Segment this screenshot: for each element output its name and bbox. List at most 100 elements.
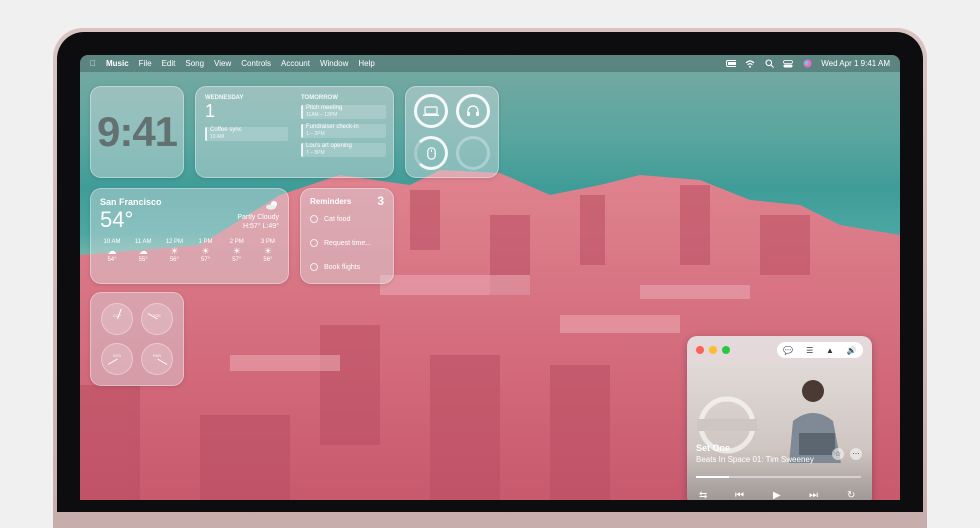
now-playing-track: Beats In Space 01: Tim Sweeney	[696, 455, 814, 464]
reminder-label: Book flights	[324, 263, 361, 271]
control-center-icon[interactable]	[783, 59, 794, 68]
event-time: 10 AM	[210, 134, 225, 140]
menu-bar:  Music File Edit Song View Controls Acc…	[80, 55, 900, 72]
batteries-widget[interactable]	[405, 86, 499, 178]
event-time: 1 – 2PM	[306, 131, 325, 137]
event-title: Pitch meeting	[306, 105, 343, 111]
event-time: 7 – 8PM	[306, 150, 325, 156]
menu-window[interactable]: Window	[320, 59, 348, 68]
clock-hand	[157, 358, 168, 365]
weather-hour: 1 PM ☀ 57°	[193, 238, 219, 265]
world-clock-widget[interactable]: CUP TOK SYD PAR	[90, 292, 184, 386]
clock-face: TOK	[141, 303, 173, 335]
calendar-event[interactable]: Fundraiser check-in 1 – 2PM	[301, 124, 386, 138]
weather-hilo: H:57° L:49°	[243, 223, 279, 230]
now-playing-title: Set One	[696, 443, 731, 453]
queue-list-icon[interactable]: ☰	[806, 346, 813, 355]
hour-temp: 56°	[263, 257, 273, 263]
empty-battery-ring	[456, 136, 490, 170]
event-time: 11AM – 12PM	[306, 112, 338, 118]
close-button[interactable]	[696, 346, 704, 354]
repeat-icon[interactable]: ↻	[847, 490, 855, 500]
weather-hour: 10 AM ☁ 54°	[99, 238, 125, 265]
weather-widget[interactable]: San Francisco 54° Partly Cloudy H:57° L:…	[90, 188, 289, 284]
calendar-widget[interactable]: WEDNESDAY 1 Coffee sync 10 AM TOMORROW P…	[195, 86, 394, 178]
now-playing-info: Set One Beats In Space 01: Tim Sweeney	[696, 443, 814, 464]
reminders-widget[interactable]: Reminders 3 Cat food Request time... Boo…	[300, 188, 394, 284]
menu-account[interactable]: Account	[281, 59, 310, 68]
siri-icon[interactable]	[802, 59, 812, 68]
menu-file[interactable]: File	[139, 59, 152, 68]
wifi-icon[interactable]	[745, 59, 755, 68]
music-mini-player[interactable]: 💬 ☰ ▲ 🔊 Set One Beats In Space 01: Tim S…	[687, 336, 872, 500]
spotlight-search-icon[interactable]	[764, 59, 774, 68]
clock-face: CUP	[101, 303, 133, 335]
headphones-battery-ring	[456, 94, 490, 128]
album-artwork	[687, 363, 872, 500]
cloud-icon: ☁	[138, 246, 148, 256]
playback-progress-fill	[696, 476, 729, 478]
camera-notch	[454, 32, 526, 52]
menu-song[interactable]: Song	[185, 59, 204, 68]
mouse-battery-ring	[414, 136, 448, 170]
window-traffic-lights	[696, 346, 730, 354]
hour-temp: 55°	[138, 257, 148, 263]
clock-time: 9:41	[96, 108, 178, 155]
reminder-label: Cat food	[324, 215, 351, 223]
battery-icon[interactable]	[726, 59, 737, 68]
clock-face: SYD	[101, 343, 133, 375]
event-title: Lou's art opening	[306, 143, 352, 149]
sun-icon: ☀	[170, 246, 179, 256]
volume-icon[interactable]: 🔊	[847, 346, 857, 355]
play-icon[interactable]: ▶	[773, 490, 781, 500]
calendar-event[interactable]: Coffee sync 10 AM	[205, 127, 288, 141]
reminder-item[interactable]: Cat food	[310, 215, 350, 223]
reminder-item[interactable]: Request time...	[310, 239, 371, 247]
weather-condition: Partly Cloudy	[237, 214, 279, 221]
reminder-checkbox[interactable]	[310, 239, 318, 247]
weather-hour: 11 AM ☁ 55°	[130, 238, 156, 265]
reminders-title: Reminders	[310, 197, 352, 206]
calendar-event[interactable]: Lou's art opening 7 – 8PM	[301, 143, 386, 157]
calendar-today-day: 1	[205, 101, 216, 121]
sun-icon: ☀	[232, 246, 241, 256]
menu-controls[interactable]: Controls	[241, 59, 271, 68]
shuffle-icon[interactable]: ⇆	[699, 490, 707, 500]
clock-hand	[107, 358, 118, 365]
event-title: Fundraiser check-in	[306, 124, 359, 130]
apple-menu-icon[interactable]: 	[90, 59, 96, 68]
reminder-checkbox[interactable]	[310, 215, 318, 223]
sun-icon: ☀	[201, 246, 210, 256]
hour-temp: 57°	[201, 257, 211, 263]
weather-condition-block: Partly Cloudy H:57° L:49°	[237, 213, 279, 231]
reminders-count: 3	[377, 194, 384, 208]
menu-help[interactable]: Help	[358, 59, 374, 68]
player-toolbar: 💬 ☰ ▲ 🔊	[777, 342, 863, 358]
clock-face: PAR	[141, 343, 173, 375]
previous-track-icon[interactable]: ⏮	[735, 490, 744, 500]
minimize-button[interactable]	[709, 346, 717, 354]
menu-datetime[interactable]: Wed Apr 1 9:41 AM	[821, 59, 890, 68]
calendar-tomorrow-label: TOMORROW	[301, 95, 338, 101]
weather-city: San Francisco	[100, 197, 162, 207]
clock-widget[interactable]: 9:41	[90, 86, 184, 178]
menu-edit[interactable]: Edit	[162, 59, 176, 68]
event-title: Coffee sync	[210, 127, 242, 133]
hour-temp: 57°	[232, 257, 242, 263]
zoom-button[interactable]	[722, 346, 730, 354]
desktop-screen:  Music File Edit Song View Controls Acc…	[80, 55, 900, 500]
lyrics-icon[interactable]: 💬	[783, 346, 793, 355]
hour-temp: 54°	[107, 257, 117, 263]
weather-temp: 54°	[100, 207, 134, 232]
cloud-icon: ☁	[107, 246, 117, 256]
menu-app-name[interactable]: Music	[106, 59, 129, 68]
next-track-icon[interactable]: ⏭	[809, 490, 818, 500]
favorite-star-icon[interactable]: ☆	[832, 448, 844, 460]
reminder-checkbox[interactable]	[310, 263, 318, 271]
menu-view[interactable]: View	[214, 59, 231, 68]
more-options-icon[interactable]: ⋯	[850, 448, 862, 460]
playback-progress[interactable]	[696, 476, 861, 478]
reminder-item[interactable]: Book flights	[310, 263, 360, 271]
airplay-icon[interactable]: ▲	[826, 346, 834, 355]
calendar-event[interactable]: Pitch meeting 11AM – 12PM	[301, 105, 386, 119]
